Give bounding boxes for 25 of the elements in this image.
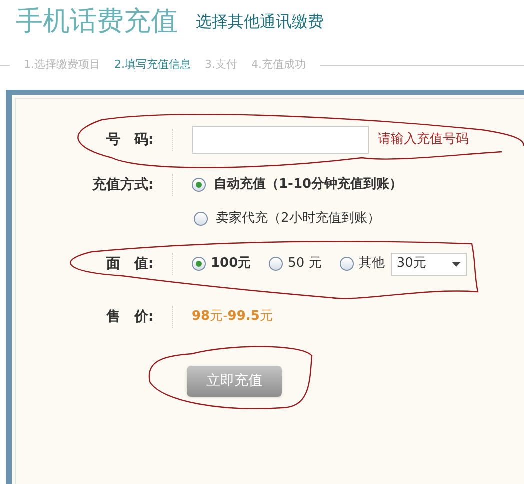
radio-button[interactable] [192,257,206,271]
radio-button[interactable] [192,178,206,192]
amount-select[interactable]: 30元 [390,252,467,276]
radio-button[interactable] [340,257,354,271]
option-label: 自动充值（1-10分钟充值到账） [214,176,403,194]
field-label: 充值方式: [91,176,155,194]
step-label: 1.选择缴费项目 [24,57,100,73]
radio-button[interactable] [269,257,284,271]
step-label: 3.支付 [205,57,238,73]
dropdown-caret-icon [452,262,461,266]
price-value: 98元-99.5元 [192,308,273,326]
field-label: 号 码: [105,130,155,150]
option-label: 50 元 [288,255,322,274]
step-label: 2.填写充值信息 [114,57,191,73]
field-label: 面 值: [105,254,155,274]
page-title: 手机话费充值 [16,8,178,35]
field-label: 售 价: [105,308,155,326]
option-label: 100元 [211,255,252,274]
radio-button[interactable] [194,212,208,226]
phone-hint: 请输入充值号码 [378,131,469,150]
other-services-link[interactable]: 选择其他通讯缴费 [196,10,324,35]
option-label: 其他 [358,255,385,274]
step-label: 4.充值成功 [252,57,306,73]
option-label: 卖家代充（2小时充值到账） [216,210,380,228]
phone-input[interactable] [192,126,369,154]
